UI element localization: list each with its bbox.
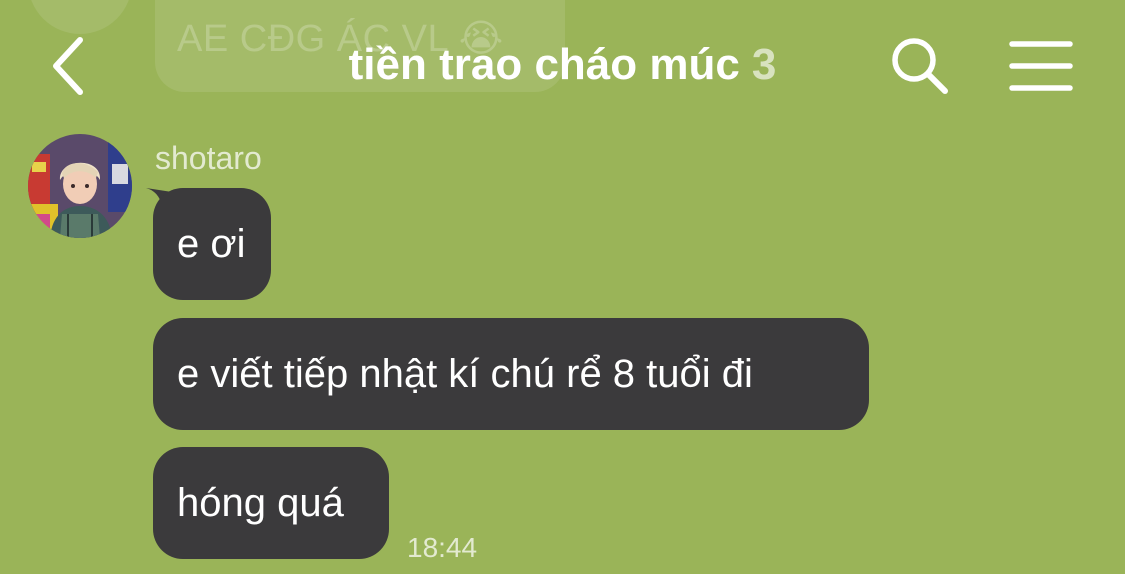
sender-avatar[interactable]: [28, 134, 132, 238]
chat-header: tiền trao cháo múc 3: [0, 0, 1125, 130]
message-bubble[interactable]: e viết tiếp nhật kí chú rể 8 tuổi đi: [153, 318, 869, 430]
message-bubble[interactable]: hóng quá: [153, 447, 389, 559]
search-icon: [892, 38, 948, 94]
message-text: hóng quá: [177, 480, 344, 525]
hamburger-menu-icon: [1009, 41, 1073, 91]
member-count: 3: [751, 40, 777, 89]
message-text: e viết tiếp nhật kí chú rể 8 tuổi đi: [177, 351, 753, 396]
message-bubble[interactable]: e ơi: [153, 188, 271, 300]
menu-button[interactable]: [1004, 34, 1078, 98]
message-timestamp: 18:44: [407, 532, 478, 563]
avatar-image: [28, 134, 132, 238]
chat-title-text: tiền trao cháo múc: [348, 40, 740, 89]
search-button[interactable]: [888, 34, 952, 98]
sender-name[interactable]: shotaro: [155, 140, 262, 177]
message-text: e ơi: [177, 221, 246, 266]
chat-title[interactable]: tiền trao cháo múc 3: [0, 40, 1125, 90]
